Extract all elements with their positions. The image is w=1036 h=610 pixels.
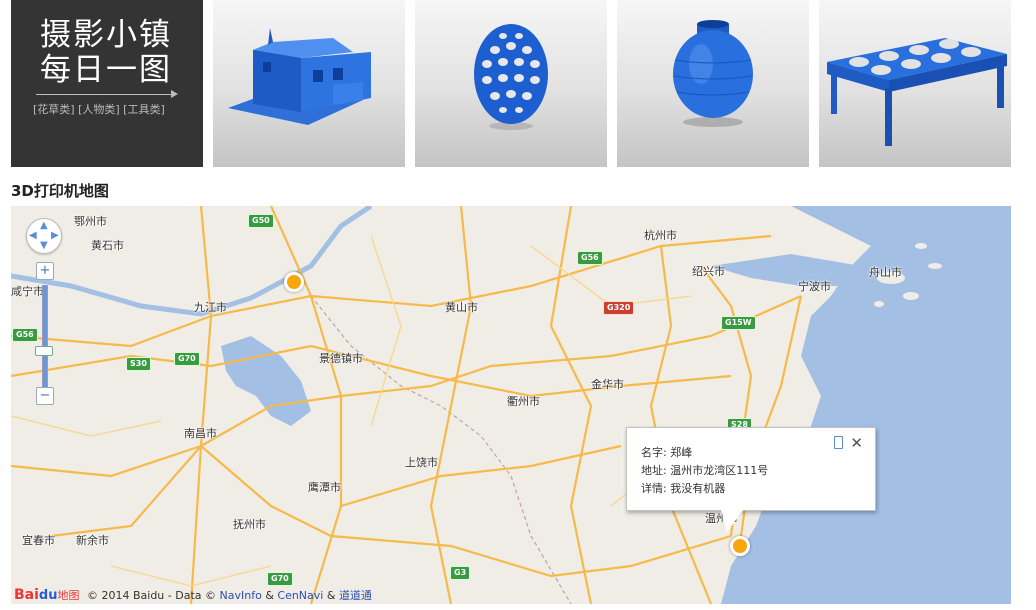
- info-window-pointer: [721, 510, 743, 532]
- info-name-value: 郑峰: [670, 446, 693, 459]
- city-label: 九江市: [194, 301, 227, 314]
- daodaotong-link[interactable]: 道道通: [339, 589, 372, 602]
- city-label: 上饶市: [405, 456, 438, 469]
- zoom-slider-track[interactable]: [42, 285, 48, 389]
- navinfo-link[interactable]: NavInfo: [220, 589, 262, 602]
- city-label: 舟山市: [869, 266, 902, 279]
- highway-badge: S30: [126, 357, 151, 371]
- thumbnail-lattice-egg[interactable]: [415, 0, 607, 167]
- city-label: 绍兴市: [692, 265, 725, 278]
- copyright-separator: &: [265, 589, 274, 602]
- highway-badge: G56: [577, 251, 603, 265]
- baidu-map-logo[interactable]: 地图: [57, 589, 79, 602]
- egg-tray-model-image: [827, 38, 1007, 146]
- map-pan-control[interactable]: ▲ ▼ ◀ ▶: [26, 218, 62, 254]
- zoom-out-button[interactable]: −: [36, 387, 54, 405]
- city-label: 杭州市: [644, 229, 677, 242]
- city-label: 衢州市: [507, 395, 540, 408]
- info-details-row: 详情: 我没有机器: [641, 480, 725, 496]
- banner-categories[interactable]: [花草类] [人物类] [工具类]: [33, 101, 165, 117]
- city-label: 金华市: [591, 378, 624, 391]
- house-model-image: [228, 28, 371, 125]
- highway-badge: G3: [450, 566, 471, 580]
- info-name-row: 名字: 郑峰: [641, 444, 692, 460]
- info-details-value: 我没有机器: [670, 482, 726, 495]
- info-name-label: 名字:: [641, 446, 667, 459]
- highway-badge: G15W: [721, 316, 756, 330]
- zoom-slider-handle[interactable]: [35, 346, 53, 356]
- photo-town-banner[interactable]: 摄影小镇 每日一图 [花草类] [人物类] [工具类]: [11, 0, 203, 167]
- pan-left-icon[interactable]: ◀: [29, 230, 37, 241]
- city-label: 宁波市: [798, 280, 831, 293]
- city-label: 抚州市: [233, 518, 266, 531]
- section-title: 3D打印机地图: [11, 182, 109, 200]
- printer-location-marker[interactable]: [730, 536, 750, 556]
- highway-badge: G70: [174, 352, 200, 366]
- highway-badge: G70: [267, 572, 293, 586]
- city-label: 鹰潭市: [308, 481, 341, 494]
- close-icon[interactable]: ✕: [850, 434, 863, 452]
- cennavi-link[interactable]: CenNavi: [277, 589, 323, 602]
- phone-icon[interactable]: [834, 436, 843, 449]
- printer-map[interactable]: G50 G56 G56 G320 G15W S30 G70 S28 G70 G3…: [11, 206, 1011, 604]
- vase-model-image: [673, 20, 753, 127]
- baidu-logo[interactable]: Bai: [14, 587, 39, 603]
- baidu-paw-icon[interactable]: du: [39, 588, 58, 603]
- info-address-row: 地址: 温州市龙湾区111号: [641, 462, 768, 478]
- city-label: 宜春市: [22, 534, 55, 547]
- map-copyright: Baidu地图 © 2014 Baidu - Data © NavInfo & …: [14, 587, 372, 603]
- info-address-label: 地址:: [641, 464, 667, 477]
- copyright-text: © 2014 Baidu - Data ©: [86, 589, 216, 602]
- banner-title-line2: 每日一图: [40, 52, 172, 88]
- banner-title-line1: 摄影小镇: [40, 17, 172, 53]
- highway-badge: G56: [12, 328, 38, 342]
- city-label: 咸宁市: [11, 285, 44, 298]
- thumbnail-vase[interactable]: [617, 0, 809, 167]
- printer-location-marker[interactable]: [284, 272, 304, 292]
- pan-right-icon[interactable]: ▶: [51, 230, 59, 241]
- thumbnail-house[interactable]: [213, 0, 405, 167]
- thumbnail-egg-tray[interactable]: [819, 0, 1011, 167]
- city-label: 景德镇市: [319, 352, 363, 365]
- lattice-egg-model-image: [474, 24, 548, 130]
- city-label: 黄山市: [445, 301, 478, 314]
- banner-divider: [36, 94, 174, 95]
- arrow-right-icon: [171, 90, 178, 98]
- highway-badge: G320: [603, 301, 635, 315]
- highway-badge: G50: [248, 214, 274, 228]
- copyright-separator: &: [326, 589, 336, 602]
- zoom-in-button[interactable]: +: [36, 262, 54, 280]
- info-address-value: 温州市龙湾区111号: [670, 464, 769, 477]
- info-details-label: 详情:: [641, 482, 667, 495]
- city-label: 黄石市: [91, 239, 124, 252]
- city-label: 新余市: [76, 534, 109, 547]
- pan-up-icon[interactable]: ▲: [40, 220, 48, 231]
- info-window: ✕ 名字: 郑峰 地址: 温州市龙湾区111号 详情: 我没有机器: [626, 427, 876, 532]
- city-label: 南昌市: [184, 427, 217, 440]
- pan-down-icon[interactable]: ▼: [40, 240, 48, 251]
- city-label: 鄂州市: [74, 215, 107, 228]
